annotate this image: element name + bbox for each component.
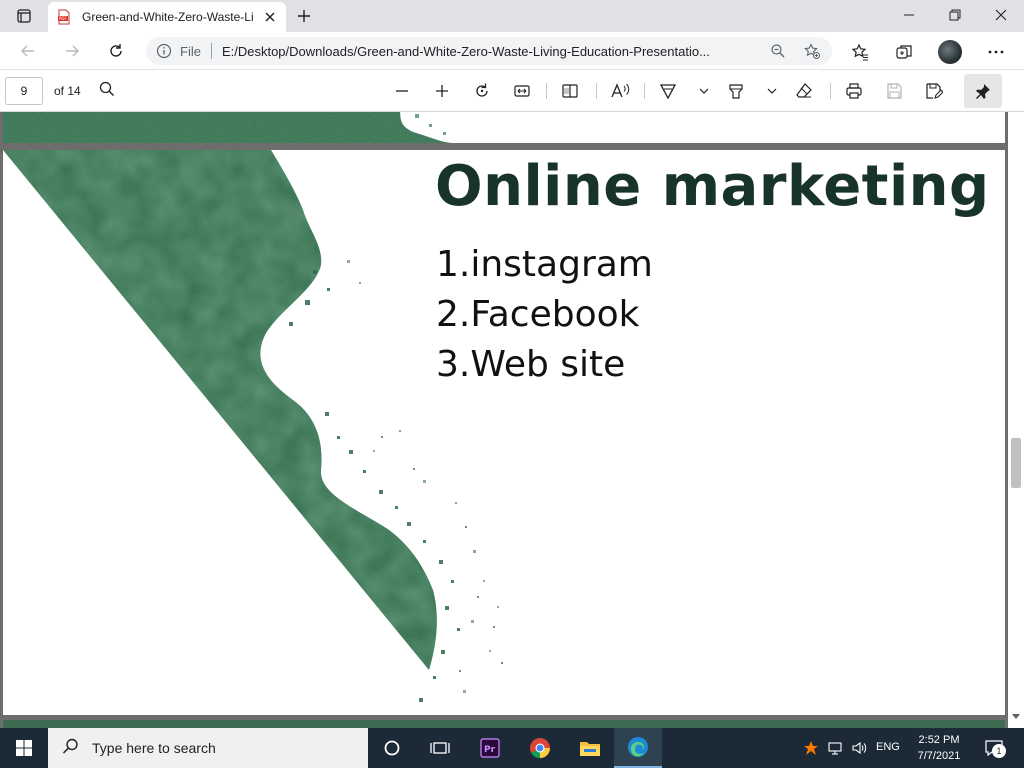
- address-separator: [210, 43, 212, 59]
- pdf-page-previous: [3, 112, 1005, 143]
- clock-time: 2:52 PM: [918, 734, 960, 746]
- system-clock[interactable]: 2:52 PM 7/7/2021: [910, 732, 968, 764]
- more-menu-icon[interactable]: [984, 40, 1008, 64]
- new-tab-icon[interactable]: [294, 6, 314, 26]
- back-arrow-icon[interactable]: [14, 38, 42, 64]
- refresh-icon[interactable]: [102, 38, 130, 64]
- zoom-out-icon[interactable]: [390, 79, 414, 103]
- address-bar[interactable]: File E:/Desktop/Downloads/Green-and-Whit…: [146, 37, 832, 65]
- watermark-text: mostaql.com: [448, 688, 563, 707]
- search-icon: [62, 737, 80, 760]
- input-language[interactable]: ENG: [876, 741, 900, 753]
- zoom-in-icon[interactable]: [430, 79, 454, 103]
- forward-arrow-icon[interactable]: [58, 38, 86, 64]
- pdf-viewport[interactable]: Online marketing 1.instagram 2.Facebook …: [0, 112, 1024, 728]
- rotate-icon[interactable]: [470, 79, 494, 103]
- close-window-icon[interactable]: [978, 0, 1024, 30]
- eraser-icon[interactable]: [792, 79, 816, 103]
- toolbar-divider: [830, 83, 831, 99]
- zoom-icon[interactable]: [770, 43, 786, 64]
- draw-options-chevron-icon[interactable]: [692, 79, 716, 103]
- minimize-icon[interactable]: [886, 0, 932, 30]
- volume-icon[interactable]: [850, 739, 868, 757]
- slide-list-item: 2.Facebook: [436, 294, 640, 335]
- svg-text:Pr: Pr: [484, 745, 496, 755]
- toolbar-divider: [644, 83, 645, 99]
- slide-list: 1.instagram 2.Facebook 3.Web site: [436, 240, 653, 390]
- fit-to-width-icon[interactable]: [510, 79, 534, 103]
- save-icon[interactable]: [882, 79, 906, 103]
- cortana-icon[interactable]: [368, 728, 416, 768]
- save-as-icon[interactable]: [922, 79, 946, 103]
- network-icon[interactable]: [826, 739, 844, 757]
- add-favorite-icon[interactable]: [804, 43, 820, 64]
- find-icon[interactable]: [98, 80, 116, 103]
- notification-count-badge: 1: [992, 744, 1006, 758]
- pdf-page-next: [3, 720, 1005, 728]
- collections-icon[interactable]: [892, 40, 916, 64]
- green-powder-image: [3, 150, 503, 702]
- scrollbar-thumb[interactable]: [1011, 438, 1021, 488]
- edge-icon[interactable]: [614, 728, 662, 768]
- chrome-icon[interactable]: [516, 728, 564, 768]
- pdf-toolbar: 9 of 14: [0, 70, 1024, 112]
- address-toolbar: File E:/Desktop/Downloads/Green-and-Whit…: [0, 32, 1024, 70]
- avast-icon[interactable]: [802, 739, 820, 757]
- read-aloud-icon[interactable]: [608, 79, 632, 103]
- premiere-pro-icon[interactable]: Pr: [466, 728, 514, 768]
- svg-text:PDF: PDF: [59, 16, 67, 21]
- vertical-scrollbar[interactable]: [1008, 112, 1024, 728]
- favorites-icon[interactable]: [848, 40, 872, 64]
- page-total: of 14: [54, 84, 81, 98]
- browser-titlebar: PDF Green-and-White-Zero-Waste-Li: [0, 0, 1024, 32]
- profile-avatar[interactable]: [938, 40, 962, 64]
- toolbar-divider: [596, 83, 597, 99]
- pdf-file-icon: PDF: [56, 9, 72, 25]
- url-text[interactable]: E:/Desktop/Downloads/Green-and-White-Zer…: [222, 44, 750, 59]
- scheme-label: File: [180, 43, 201, 59]
- taskbar-search-box[interactable]: Type here to search: [48, 728, 368, 768]
- windows-start-icon[interactable]: [0, 728, 48, 768]
- scroll-down-arrow-icon[interactable]: [1012, 714, 1020, 719]
- toolbar-divider: [546, 83, 547, 99]
- tab-close-icon[interactable]: [262, 9, 278, 25]
- print-icon[interactable]: [842, 79, 866, 103]
- info-icon[interactable]: [156, 43, 172, 59]
- page-number-input[interactable]: 9: [5, 77, 43, 105]
- search-placeholder: Type here to search: [92, 740, 216, 756]
- green-powder-image-previous: [3, 112, 453, 143]
- tab-title: Green-and-White-Zero-Waste-Li: [82, 10, 254, 24]
- highlight-icon[interactable]: [724, 79, 748, 103]
- highlight-options-chevron-icon[interactable]: [760, 79, 784, 103]
- restore-icon[interactable]: [932, 0, 978, 30]
- slide-list-item: 3.Web site: [436, 344, 626, 385]
- browser-tab-active[interactable]: PDF Green-and-White-Zero-Waste-Li: [48, 2, 286, 32]
- slide-title: Online marketing: [435, 154, 990, 219]
- page-view-icon[interactable]: [558, 79, 582, 103]
- file-explorer-icon[interactable]: [566, 728, 614, 768]
- task-view-icon[interactable]: [416, 728, 464, 768]
- screen: PDF Green-and-White-Zero-Waste-Li File E…: [0, 0, 1024, 768]
- clock-date: 7/7/2021: [917, 750, 961, 762]
- pdf-page-current: Online marketing 1.instagram 2.Facebook …: [3, 150, 1005, 715]
- pin-toolbar-icon[interactable]: [964, 74, 1002, 108]
- slide-list-item: 1.instagram: [436, 244, 653, 285]
- windows-taskbar: Type here to search Pr ENG 2:52 PM 7/7/2…: [0, 728, 1024, 768]
- tab-actions-icon[interactable]: [10, 6, 38, 26]
- draw-icon[interactable]: [656, 79, 680, 103]
